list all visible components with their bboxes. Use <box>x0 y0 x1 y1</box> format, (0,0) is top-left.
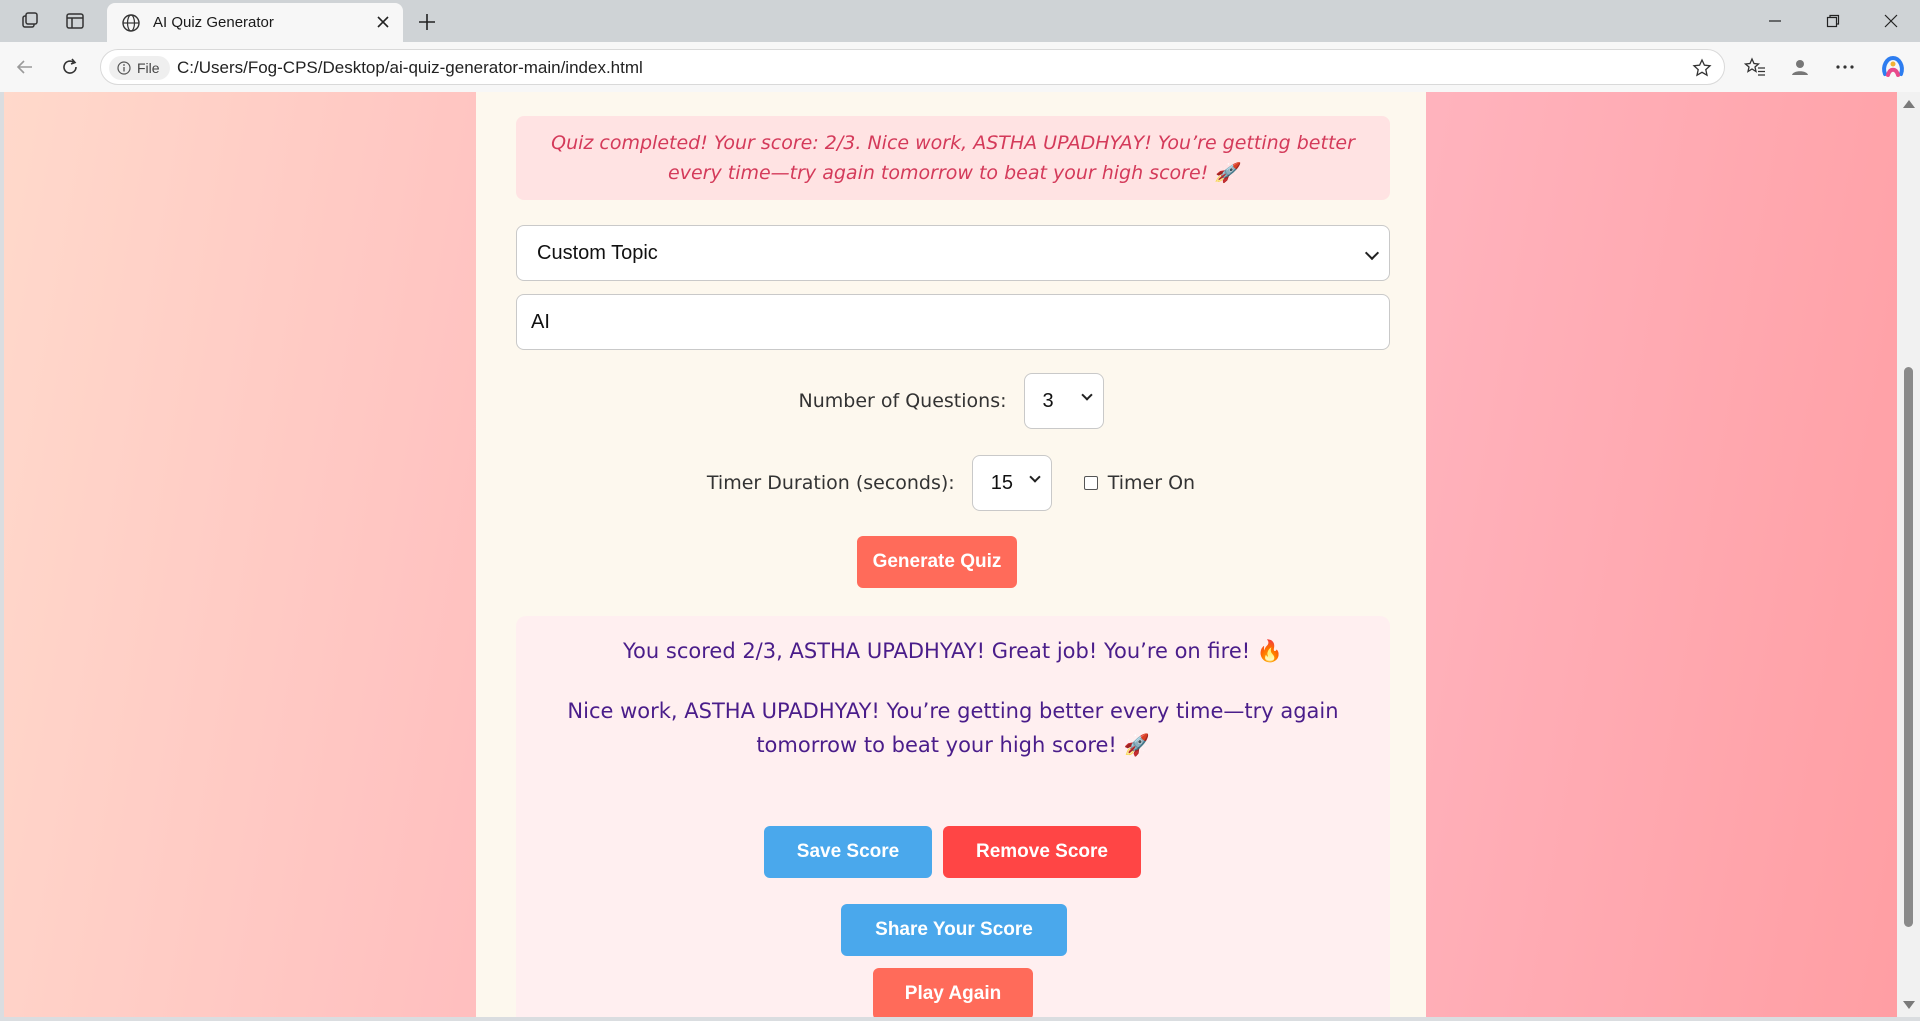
custom-topic-input[interactable] <box>516 294 1390 350</box>
favorite-star-icon[interactable] <box>1690 56 1714 80</box>
timer-checkbox[interactable] <box>1083 476 1098 490</box>
favorites-icon[interactable] <box>1740 52 1770 82</box>
topic-select[interactable]: Custom Topic <box>516 225 1390 281</box>
timer-label: Timer Duration (seconds): <box>706 472 955 494</box>
info-icon <box>117 61 131 78</box>
new-tab-icon[interactable] <box>412 7 442 37</box>
questions-row: Number of Questions: 3 <box>476 373 1426 429</box>
play-again-button[interactable]: Play Again <box>873 968 1033 1017</box>
timer-row: Timer Duration (seconds): 15 Timer On <box>476 455 1426 511</box>
score-summary: You scored 2/3, ASTHA UPADHYAY! Great jo… <box>623 639 1283 663</box>
close-tab-icon[interactable] <box>371 10 395 34</box>
scroll-thumb[interactable] <box>1904 367 1913 927</box>
profile-icon[interactable] <box>1785 52 1815 82</box>
site-info-chip[interactable]: File <box>109 56 170 80</box>
restore-icon[interactable] <box>1810 6 1856 36</box>
generate-quiz-button[interactable]: Generate Quiz <box>857 536 1017 588</box>
page-viewport: Quiz completed! Your score: 2/3. Nice wo… <box>4 92 1897 1017</box>
address-bar[interactable]: File C:/Users/Fog-CPS/Desktop/ai-quiz-ge… <box>100 49 1725 85</box>
save-score-button[interactable]: Save Score <box>764 826 932 878</box>
close-window-icon[interactable] <box>1868 6 1914 36</box>
url-text[interactable]: C:/Users/Fog-CPS/Desktop/ai-quiz-generat… <box>177 58 643 78</box>
workspaces-icon[interactable] <box>17 8 43 34</box>
scroll-down-icon[interactable] <box>1903 1001 1915 1009</box>
timer-toggle-label: Timer On <box>1107 472 1196 494</box>
tab-bar: AI Quiz Generator <box>0 0 1920 42</box>
remove-score-button[interactable]: Remove Score <box>943 826 1141 878</box>
quiz-card: Quiz completed! Your score: 2/3. Nice wo… <box>476 92 1426 1017</box>
refresh-icon[interactable] <box>55 52 85 82</box>
minimize-icon[interactable] <box>1752 6 1798 36</box>
scroll-up-icon[interactable] <box>1903 100 1915 108</box>
timer-select[interactable]: 15 <box>971 455 1052 511</box>
page-scrollbar[interactable] <box>1897 92 1920 1017</box>
back-icon[interactable] <box>10 52 40 82</box>
copilot-icon[interactable] <box>1878 52 1908 82</box>
vertical-tabs-icon[interactable] <box>62 8 88 34</box>
topic-select-value: Custom Topic <box>537 241 658 264</box>
encouragement-message: Nice work, ASTHA UPADHYAY! You’re gettin… <box>567 699 1339 757</box>
chevron-down-icon <box>1364 245 1380 261</box>
questions-select-value: 3 <box>1042 389 1054 412</box>
globe-icon <box>121 13 141 37</box>
chevron-down-icon <box>1029 471 1041 483</box>
timer-select-value: 15 <box>990 471 1013 494</box>
questions-select[interactable]: 3 <box>1023 373 1104 429</box>
share-score-button[interactable]: Share Your Score <box>841 904 1067 956</box>
file-label: File <box>137 60 160 76</box>
results-panel: You scored 2/3, ASTHA UPADHYAY! Great jo… <box>516 616 1390 1017</box>
browser-toolbar: File C:/Users/Fog-CPS/Desktop/ai-quiz-ge… <box>0 42 1920 92</box>
quiz-completed-alert: Quiz completed! Your score: 2/3. Nice wo… <box>516 116 1390 200</box>
more-options-icon[interactable] <box>1830 52 1860 82</box>
questions-label: Number of Questions: <box>798 390 1007 412</box>
chevron-down-icon <box>1080 389 1093 401</box>
browser-tab[interactable]: AI Quiz Generator <box>107 3 403 42</box>
tab-title: AI Quiz Generator <box>153 14 274 31</box>
